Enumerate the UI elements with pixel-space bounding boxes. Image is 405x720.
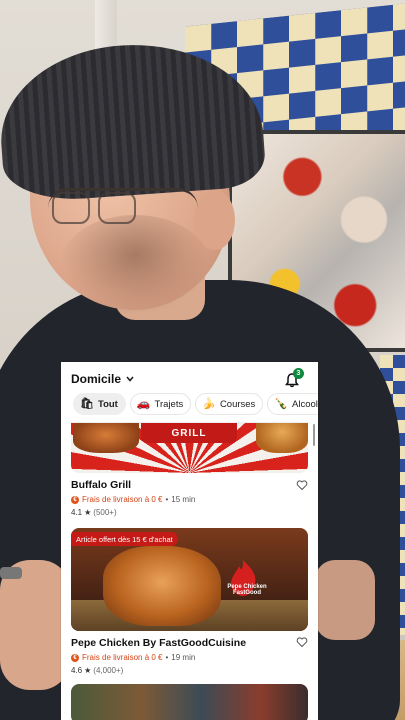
delivery-info: € Frais de livraison à 0 € • 19 min [71,653,308,662]
chip-trajets[interactable]: 🚗 Trajets [129,393,192,415]
location-label: Domicile [71,372,122,386]
delivery-time: 15 min [171,495,196,504]
glasses-lens-right [98,192,136,224]
delivery-time: 19 min [171,653,196,662]
location-selector[interactable]: Domicile [71,372,134,386]
separator: • [165,653,169,662]
restaurant-image[interactable]: GRILL [71,422,308,473]
grill-banner: GRILL [141,423,237,443]
person-ear [195,190,235,250]
bottle-icon: 🍾 [274,397,289,410]
chip-label: Trajets [154,398,184,410]
restaurant-name: Buffalo Grill [71,479,132,491]
rating-value: 4.6 [71,666,83,675]
restaurant-image[interactable]: Pepe Chicken FastGood Article offert dès… [71,528,308,631]
delivery-info: € Frais de livraison à 0 € • 15 min [71,495,308,504]
car-icon: 🚗 [136,397,151,410]
restaurant-image[interactable] [71,684,308,720]
restaurant-card-next[interactable] [71,684,308,720]
food-chicken [73,423,139,453]
review-count: (500+) [93,508,117,517]
food-tenders [103,546,221,626]
review-count: (4,000+) [93,666,124,675]
restaurant-name: Pepe Chicken By FastGoodCuisine [71,637,247,649]
rating-row: 4.6 ★ (4,000+) [71,666,308,675]
star-icon: ★ [84,666,92,675]
notification-badge: 3 [293,368,304,379]
delivery-fee-icon: € [71,653,79,662]
food-delivery-app: Domicile 3 🛍 Tout 🚗 Trajets 🍌 Courses 🍾 … [61,362,318,720]
chip-label: Alcool [292,398,318,410]
person-beard [60,215,210,315]
app-header: Domicile 3 [61,362,318,392]
promo-badge: Article offert dès 15 € d'achat [71,532,178,546]
food-burger [256,423,308,453]
chip-label: Courses [219,398,256,410]
chip-courses[interactable]: 🍌 Courses [195,393,264,415]
chip-alcool[interactable]: 🍾 Alcool [267,393,318,415]
heart-icon[interactable] [296,636,308,648]
person-arm-left [0,560,70,690]
restaurant-feed: GRILL Buffalo Grill € Frais de livraison… [71,422,308,720]
bag-icon: 🛍 [80,397,94,410]
separator: • [165,495,169,504]
wristwatch [0,567,22,579]
chip-tout[interactable]: 🛍 Tout [73,393,126,415]
delivery-fee: Frais de livraison à 0 € [82,653,163,662]
restaurant-card-pepe-chicken[interactable]: Pepe Chicken FastGood Article offert dès… [71,528,308,675]
rating-row: 4.1 ★ (500+) [71,508,308,517]
feed-scrollbar[interactable] [313,424,315,446]
star-icon: ★ [84,508,92,517]
category-chips: 🛍 Tout 🚗 Trajets 🍌 Courses 🍾 Alcool [73,393,318,417]
delivery-fee: Frais de livraison à 0 € [82,495,163,504]
person-arm-right [315,560,375,640]
delivery-fee-icon: € [71,495,79,504]
restaurant-card-buffalo-grill[interactable]: GRILL Buffalo Grill € Frais de livraison… [71,422,308,517]
logo-text: Pepe Chicken FastGood [227,584,267,596]
heart-icon[interactable] [296,479,308,491]
glasses-lens-left [52,192,90,224]
banana-icon: 🍌 [202,397,216,410]
rating-value: 4.1 [71,508,83,517]
chip-label: Tout [97,398,118,410]
chevron-down-icon [126,374,134,384]
